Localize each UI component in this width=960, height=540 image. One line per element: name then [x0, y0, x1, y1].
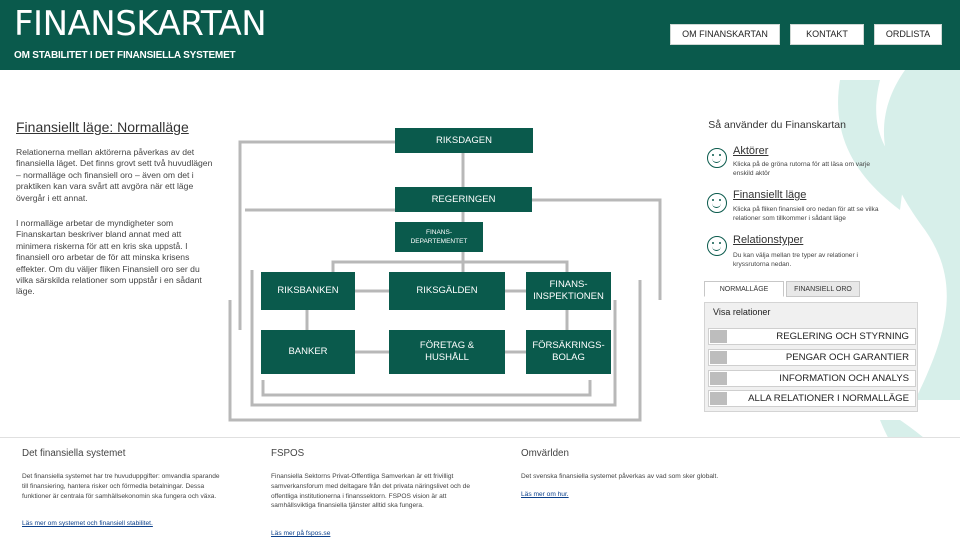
help-relation-types-link[interactable]: Relationstyper [733, 234, 803, 246]
actor-banker[interactable]: BANKER [261, 330, 355, 374]
checkbox[interactable] [710, 351, 727, 364]
help-financial-state-link[interactable]: Finansiellt läge [733, 189, 806, 201]
smiley-icon [707, 236, 727, 256]
nav-contact-button[interactable]: KONTAKT [790, 24, 864, 45]
footer-col3-text: Det svenska finansiella systemet påverka… [521, 473, 719, 480]
actor-riksgalden[interactable]: RIKSGÄLDEN [389, 272, 505, 310]
app-subtitle: OM STABILITET I DET FINANSIELLA SYSTEMET [14, 50, 236, 61]
actor-riksdagen-label: RIKSDAGEN [436, 134, 492, 146]
relations-title: Visa relationer [713, 307, 771, 317]
app-title: FINANSKARTAN [14, 4, 267, 44]
footer-col2-heading: FSPOS [271, 448, 305, 459]
tab-normallage[interactable]: NORMALLÄGE [704, 281, 784, 297]
footer-col3-heading: Omvärlden [521, 448, 569, 459]
actor-finansdepartementet-label-1: FINANS- [426, 229, 452, 236]
footer-col1-heading: Det finansiella systemet [22, 448, 126, 459]
intro-paragraph-1: Relationerna mellan aktörerna påverkas a… [16, 147, 213, 203]
actor-finansdepartementet[interactable]: FINANS- DEPARTEMENTET [395, 222, 483, 252]
actor-finansinspektionen-label-2: INSPEKTIONEN [533, 291, 604, 302]
tab-finansiell-oro[interactable]: FINANSIELL ORO [786, 281, 860, 297]
actor-forsakringsbolag-label-2: BOLAG [552, 352, 585, 363]
nav-glossary-button[interactable]: ORDLISTA [874, 24, 942, 45]
checkbox[interactable] [710, 330, 727, 343]
actor-forsakringsbolag-label-1: FÖRSÄKRINGS- [532, 340, 605, 351]
footer-col2-text: Finansiella Sektorns Privat-Offentliga S… [271, 473, 471, 510]
relation-option-reglering[interactable]: REGLERING OCH STYRNING [708, 328, 916, 345]
help-heading: Så använder du Finanskartan [708, 119, 846, 131]
actor-riksbanken[interactable]: RIKSBANKEN [261, 272, 355, 310]
actor-banker-label: BANKER [288, 346, 328, 357]
actor-riksgalden-label: RIKSGÄLDEN [416, 285, 478, 296]
page-heading: Finansiellt läge: Normalläge [16, 119, 189, 135]
relation-option-information[interactable]: INFORMATION OCH ANALYS [708, 370, 916, 387]
relation-option-alla[interactable]: ALLA RELATIONER I NORMALLÄGE [708, 390, 916, 407]
relation-option-label: REGLERING OCH STYRNING [776, 331, 909, 342]
actor-finansinspektionen[interactable]: FINANS- INSPEKTIONEN [526, 272, 611, 310]
help-relation-types-desc: Du kan välja mellan tre typer av relatio… [733, 252, 858, 268]
checkbox[interactable] [710, 372, 727, 385]
footer-col1-link[interactable]: Läs mer om systemet och finansiell stabi… [22, 520, 153, 527]
footer-col2-link[interactable]: Läs mer på fspos.se [271, 530, 330, 537]
relation-option-label: PENGAR OCH GARANTIER [785, 352, 909, 363]
intro-paragraph-2: I normalläge arbetar de myndigheter som … [16, 218, 202, 297]
smiley-icon [707, 193, 727, 213]
help-actors-link[interactable]: Aktörer [733, 145, 768, 157]
footer-col1-text: Det finansiella systemet har tre huvudup… [22, 473, 220, 500]
help-financial-state-desc: Klicka på fliken finansiell oro nedan fö… [733, 206, 879, 222]
actor-regeringen-label: REGERINGEN [431, 193, 496, 205]
footer-col3-link[interactable]: Läs mer om hur. [521, 491, 569, 498]
actor-riksbanken-label: RIKSBANKEN [277, 285, 339, 296]
actor-foretag-hushall-label-2: HUSHÅLL [425, 352, 469, 363]
checkbox[interactable] [710, 392, 727, 405]
relation-option-pengar[interactable]: PENGAR OCH GARANTIER [708, 349, 916, 366]
relation-option-label: ALLA RELATIONER I NORMALLÄGE [748, 393, 909, 404]
nav-about-button[interactable]: OM FINANSKARTAN [670, 24, 780, 45]
actor-foretag-hushall-label-1: FÖRETAG & [419, 340, 475, 351]
actor-finansinspektionen-label-1: FINANS- [549, 279, 588, 290]
relation-option-label: INFORMATION OCH ANALYS [779, 373, 909, 384]
actor-finansdepartementet-label-2: DEPARTEMENTET [410, 238, 468, 245]
help-actors-desc: Klicka på de gröna rutorna för att läsa … [733, 161, 871, 177]
actor-forsakringsbolag[interactable]: FÖRSÄKRINGS- BOLAG [526, 330, 611, 374]
actor-regeringen[interactable]: REGERINGEN [395, 187, 532, 212]
actor-foretag-hushall[interactable]: FÖRETAG & HUSHÅLL [389, 330, 505, 374]
smiley-icon [707, 148, 727, 168]
actor-riksdagen[interactable]: RIKSDAGEN [395, 128, 533, 153]
